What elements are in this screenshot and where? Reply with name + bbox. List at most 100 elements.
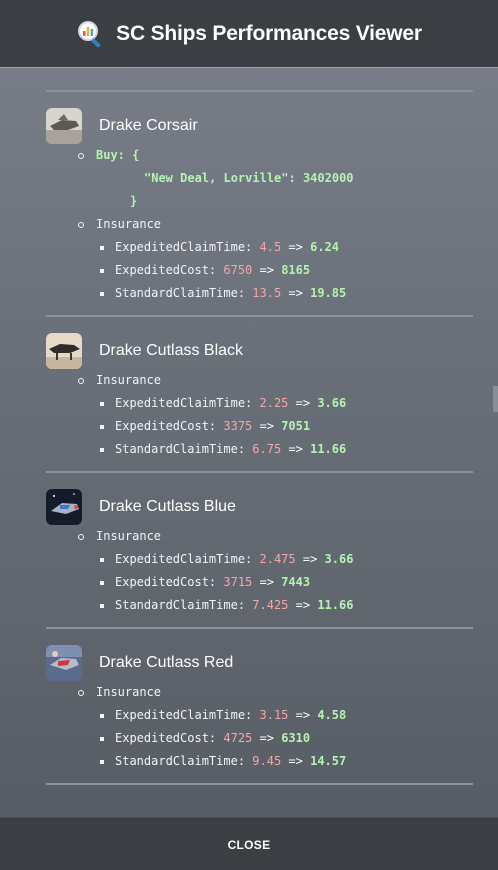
old-value: 3.15 [259,708,289,722]
insurance-key: StandardClaimTime [115,286,238,300]
scrollbar-handle[interactable] [493,386,498,412]
insurance-key: ExpeditedCost [115,731,209,745]
insurance-key: StandardClaimTime [115,598,238,612]
change-arrow: => [288,754,303,768]
insurance-key: ExpeditedCost [115,419,209,433]
key-colon: : [245,708,260,722]
change-arrow: => [259,419,274,433]
insurance-label: Insurance [96,217,162,231]
insurance-row: StandardClaimTime: 7.425 => 11.66 [46,594,473,617]
new-value: 19.85 [310,286,347,300]
insurance-row: StandardClaimTime: 9.45 => 14.57 [46,750,473,773]
ship-thumbnail [46,489,82,525]
old-value: 2.25 [259,396,289,410]
change-arrow: => [288,286,303,300]
insurance-label: Insurance [96,373,162,387]
insurance-key: StandardClaimTime [115,442,238,456]
old-value: 7.425 [252,598,289,612]
insurance-row: ExpeditedClaimTime: 4.5 => 6.24 [46,236,473,259]
ship-details: Insurance ExpeditedClaimTime: 2.25 => 3.6… [46,369,473,461]
insurance-row: ExpeditedCost: 3375 => 7051 [46,415,473,438]
change-arrow: => [259,263,274,277]
buy-entry: "New Deal, Lorville": 3402000 [144,171,354,185]
change-arrow: => [288,442,303,456]
old-value: 2.475 [259,552,296,566]
new-value: 14.57 [310,754,347,768]
key-colon: : [245,552,260,566]
ship-header: Drake Cutlass Blue [46,489,473,525]
ships-list: Drake Corsair Buy: { "New Deal, Lorville":… [46,90,473,795]
change-arrow: => [288,240,303,254]
key-colon: : [237,286,253,300]
insurance-key: ExpeditedClaimTime [115,708,246,722]
key-colon: : [208,419,224,433]
change-arrow: => [295,708,311,722]
ship-entry: Drake Cutlass Red Insurance ExpeditedClaim… [46,627,473,783]
new-value: 7051 [281,419,311,433]
new-value: 6310 [281,731,311,745]
new-value: 8165 [281,263,311,277]
insurance-row: ExpeditedCost: 6750 => 8165 [46,259,473,282]
insurance-section: Insurance [46,525,473,548]
old-value: 6.75 [252,442,282,456]
change-arrow: => [295,396,311,410]
key-colon: : [237,442,253,456]
key-colon: : [237,754,253,768]
ship-header: Drake Cutlass Black [46,333,473,369]
insurance-row: ExpeditedCost: 4725 => 6310 [46,727,473,750]
new-value: 3.66 [317,396,347,410]
magnifier-chart-icon [76,19,106,49]
change-arrow: => [295,598,311,612]
ship-header: Drake Corsair [46,108,473,144]
insurance-row: ExpeditedCost: 3715 => 7443 [46,571,473,594]
change-arrow: => [259,731,274,745]
ships-list-panel[interactable]: Drake Corsair Buy: { "New Deal, Lorville":… [0,68,498,817]
ship-thumbnail [46,645,82,681]
insurance-key: ExpeditedClaimTime [115,552,246,566]
insurance-row: ExpeditedClaimTime: 2.475 => 3.66 [46,548,473,571]
insurance-row: ExpeditedClaimTime: 3.15 => 4.58 [46,704,473,727]
insurance-section: Insurance [46,369,473,392]
viewer-window: SC Ships Performances Viewer Drake Corsa… [0,0,498,870]
ship-name: Drake Cutlass Blue [99,498,236,515]
new-value: 6.24 [310,240,340,254]
footer-bar: CLOSE [0,817,498,870]
key-colon: : [237,598,253,612]
ship-details: Buy: {"New Deal, Lorville": 3402000} Insu… [46,144,473,305]
insurance-label: Insurance [96,529,162,543]
ship-entry: Drake Cutlass Blue Insurance ExpeditedClai… [46,471,473,627]
insurance-key: ExpeditedClaimTime [115,396,246,410]
insurance-key: ExpeditedCost [115,575,209,589]
key-colon: : [245,396,260,410]
insurance-row: StandardClaimTime: 13.5 => 19.85 [46,282,473,305]
key-colon: : [245,240,260,254]
ship-name: Drake Cutlass Black [99,342,244,359]
old-value: 13.5 [252,286,282,300]
insurance-key: ExpeditedCost [115,263,209,277]
new-value: 4.58 [317,708,347,722]
old-value: 9.45 [252,754,282,768]
buy-section: Buy: {"New Deal, Lorville": 3402000} [46,144,473,213]
old-value: 3375 [223,419,253,433]
new-value: 11.66 [317,598,354,612]
key-colon: : [208,731,224,745]
ship-thumbnail [46,333,82,369]
insurance-key: ExpeditedClaimTime [115,240,246,254]
insurance-label: Insurance [96,685,162,699]
key-colon: : [208,575,224,589]
key-colon: : [208,263,224,277]
header-bar: SC Ships Performances Viewer [0,0,498,68]
insurance-row: StandardClaimTime: 6.75 => 11.66 [46,438,473,461]
buy-label: Buy: { [96,148,140,162]
old-value: 4.5 [259,240,282,254]
list-divider [46,783,473,795]
close-button[interactable]: CLOSE [216,832,283,858]
insurance-section: Insurance [46,681,473,704]
old-value: 3715 [223,575,253,589]
ship-entry: Drake Cutlass Black Insurance ExpeditedCla… [46,315,473,471]
insurance-row: ExpeditedClaimTime: 2.25 => 3.66 [46,392,473,415]
change-arrow: => [259,575,274,589]
ship-details: Insurance ExpeditedClaimTime: 3.15 => 4.5… [46,681,473,773]
ship-entry: Drake Corsair Buy: { "New Deal, Lorville":… [46,90,473,315]
ship-name: Drake Cutlass Red [99,654,234,671]
